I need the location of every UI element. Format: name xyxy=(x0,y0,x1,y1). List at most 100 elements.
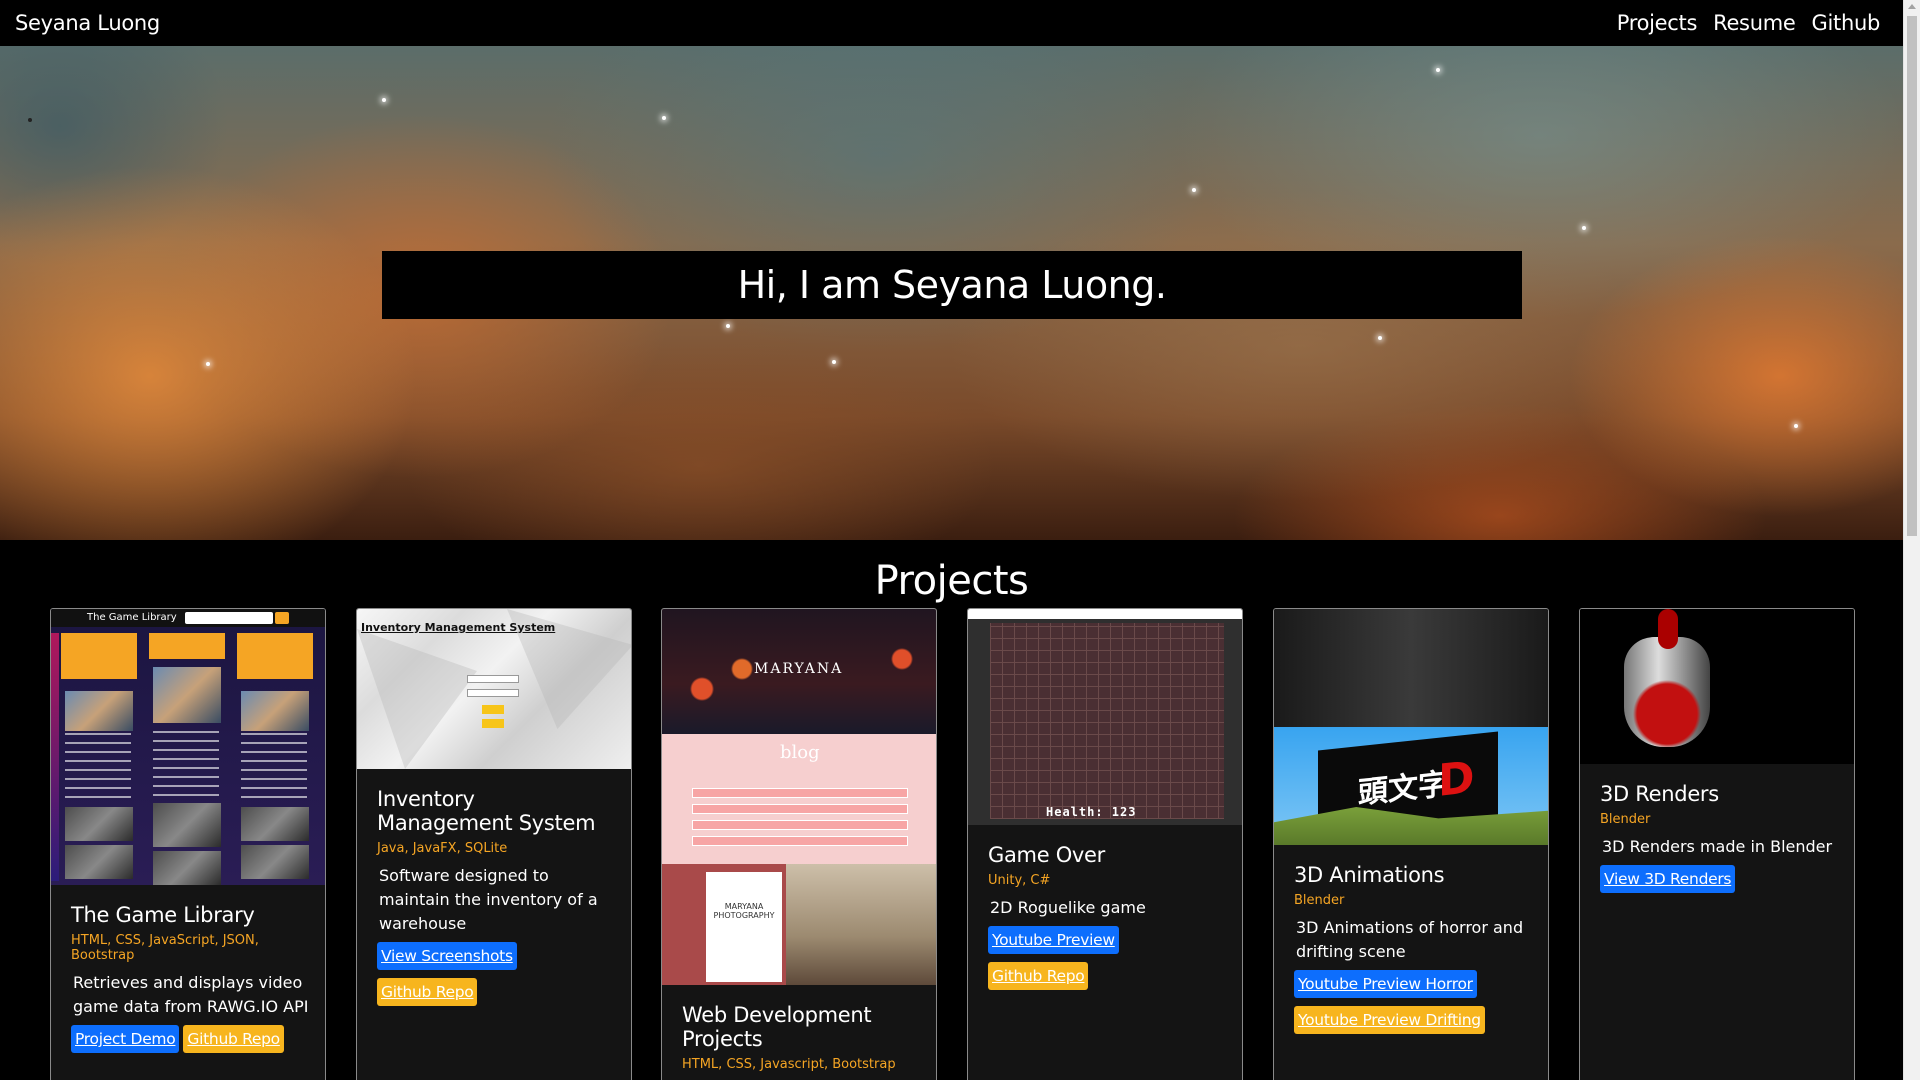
github-repo-button[interactable]: Github Repo xyxy=(183,1025,284,1053)
project-thumbnail[interactable] xyxy=(1580,609,1854,764)
hero-title: Hi, I am Seyana Luong. xyxy=(737,263,1167,307)
nav-link-projects[interactable]: Projects xyxy=(1617,11,1698,35)
nav-links: Projects Resume Github xyxy=(1617,11,1888,35)
thumb-game-title-box xyxy=(149,633,225,659)
project-card-game-over: Health: 123 Game Over Unity, C# 2D Rogue… xyxy=(967,608,1243,1080)
thumb-game-image xyxy=(65,691,133,731)
project-card-3d-renders: 3D Renders Blender 3D Renders made in Bl… xyxy=(1579,608,1855,1080)
card-title: 3D Animations xyxy=(1294,863,1445,887)
thumb-navbar: The Game Library xyxy=(51,609,325,627)
card-description: 2D Roguelike game xyxy=(990,898,1146,917)
star xyxy=(1582,226,1586,230)
star xyxy=(1436,68,1440,72)
github-repo-button[interactable]: Github Repo xyxy=(988,962,1089,990)
card-buttons: Youtube Preview Horror Youtube Preview D… xyxy=(1294,970,1532,1034)
project-thumbnail[interactable]: MARYANA blog MARYANA PHOTOGRAPHY xyxy=(662,609,936,985)
brand-link[interactable]: Seyana Luong xyxy=(15,11,160,35)
card-tech-stack: Unity, C# xyxy=(988,873,1051,888)
thumb-side-art xyxy=(51,633,59,881)
thumb-photography-page: MARYANA PHOTOGRAPHY xyxy=(662,864,936,985)
card-body: 3D Renders Blender 3D Renders made in Bl… xyxy=(1580,764,1854,893)
thumb-game-image xyxy=(65,807,133,841)
thumb-search-button xyxy=(275,612,289,624)
project-card-web-development: MARYANA blog MARYANA PHOTOGRAPHY Web Dev… xyxy=(661,608,937,1080)
youtube-preview-drifting-button[interactable]: Youtube Preview Drifting xyxy=(1294,1006,1485,1034)
card-title: 3D Renders xyxy=(1600,782,1719,806)
project-thumbnail[interactable]: The Game Library xyxy=(51,609,325,885)
thumb-game-image xyxy=(241,691,309,731)
thumb-button xyxy=(482,705,504,714)
card-body: The Game Library HTML, CSS, JavaScript, … xyxy=(51,885,325,1053)
thumb-blog-row xyxy=(692,836,908,846)
card-tech-stack: Blender xyxy=(1294,893,1345,908)
hero-banner: Hi, I am Seyana Luong. xyxy=(0,46,1903,540)
card-tech-stack: HTML, CSS, Javascript, Bootstrap xyxy=(682,1057,896,1072)
thumb-input xyxy=(467,689,519,697)
star xyxy=(832,360,836,364)
thumb-polygon xyxy=(357,629,477,769)
thumb-input xyxy=(467,675,519,683)
nav-link-resume[interactable]: Resume xyxy=(1713,11,1796,35)
project-thumbnail[interactable]: 頭文字 D xyxy=(1274,609,1548,845)
thumb-game-column xyxy=(149,633,225,885)
card-description: Retrieves and displays video game data f… xyxy=(73,973,309,1016)
thumb-sign-text: 頭文字 xyxy=(1358,766,1448,812)
project-card-game-library: The Game Library The Game Library HTML, … xyxy=(50,608,326,1080)
thumb-photo xyxy=(786,864,936,985)
thumb-sign-letter: D xyxy=(1438,752,1475,807)
thumb-game-map xyxy=(990,623,1224,819)
thumb-game-image xyxy=(153,667,221,723)
scroll-up-arrow-icon[interactable] xyxy=(1908,4,1916,9)
page: Seyana Luong Projects Resume Github Hi, … xyxy=(0,0,1903,1080)
thumb-game-details xyxy=(153,731,219,799)
card-title: Game Over xyxy=(988,843,1106,867)
github-repo-button[interactable]: Github Repo xyxy=(377,978,478,1006)
card-title: The Game Library xyxy=(71,903,255,927)
thumb-game-image xyxy=(241,845,309,879)
project-card-inventory: Inventory Management System Inventory Ma… xyxy=(356,608,632,1080)
card-description: 3D Animations of horror and drifting sce… xyxy=(1296,918,1524,961)
view-3d-renders-button[interactable]: View 3D Renders xyxy=(1600,865,1736,893)
thumb-game-column xyxy=(61,633,137,881)
youtube-preview-button[interactable]: Youtube Preview xyxy=(988,926,1119,954)
view-screenshots-button[interactable]: View Screenshots xyxy=(377,942,517,970)
thumb-blog-row xyxy=(692,804,908,814)
thumb-blog-page: blog xyxy=(662,734,936,864)
card-buttons: Youtube Preview Github Repo xyxy=(988,926,1226,990)
thumb-game-details xyxy=(241,733,307,801)
vertical-scrollbar[interactable] xyxy=(1903,0,1920,1080)
star xyxy=(1192,188,1196,192)
thumb-game-column xyxy=(237,633,313,881)
thumb-navbar-title: The Game Library xyxy=(87,612,177,623)
thumb-game-image xyxy=(153,851,221,885)
card-buttons: Project Demo Github Repo xyxy=(71,1025,309,1053)
star xyxy=(28,118,32,122)
card-body: 3D Animations Blender 3D Animations of h… xyxy=(1274,845,1548,1034)
thumb-health-text: Health: 123 xyxy=(1046,805,1137,819)
thumb-search-box xyxy=(185,612,273,624)
card-body: Web Development Projects HTML, CSS, Java… xyxy=(662,985,936,1072)
thumb-game-title-box xyxy=(61,633,137,679)
project-thumbnail[interactable]: Health: 123 xyxy=(968,609,1242,825)
project-card-3d-animations: 頭文字 D 3D Animations Blender 3D Animation… xyxy=(1273,608,1549,1080)
star xyxy=(206,362,210,366)
thumb-game-image xyxy=(153,803,221,847)
thumb-wine-glass xyxy=(1624,637,1710,747)
star xyxy=(1378,336,1382,340)
thumb-window-titlebar xyxy=(968,609,1242,619)
thumb-blog-row xyxy=(692,820,908,830)
card-tech-stack: Blender xyxy=(1600,812,1651,827)
star xyxy=(382,98,386,102)
youtube-preview-horror-button[interactable]: Youtube Preview Horror xyxy=(1294,970,1477,998)
thumb-game-title-box xyxy=(237,633,313,679)
thumb-game-details xyxy=(65,733,131,801)
project-thumbnail[interactable]: Inventory Management System xyxy=(357,609,631,769)
scrollbar-thumb[interactable] xyxy=(1907,16,1917,536)
thumb-website-hero: MARYANA xyxy=(662,609,936,734)
card-body: Inventory Management System Java, JavaFX… xyxy=(357,769,631,1006)
project-demo-button[interactable]: Project Demo xyxy=(71,1025,180,1053)
navbar: Seyana Luong Projects Resume Github xyxy=(0,0,1903,46)
card-title: Web Development Projects xyxy=(682,1003,872,1051)
card-buttons: View 3D Renders xyxy=(1600,865,1838,893)
nav-link-github[interactable]: Github xyxy=(1812,11,1881,35)
